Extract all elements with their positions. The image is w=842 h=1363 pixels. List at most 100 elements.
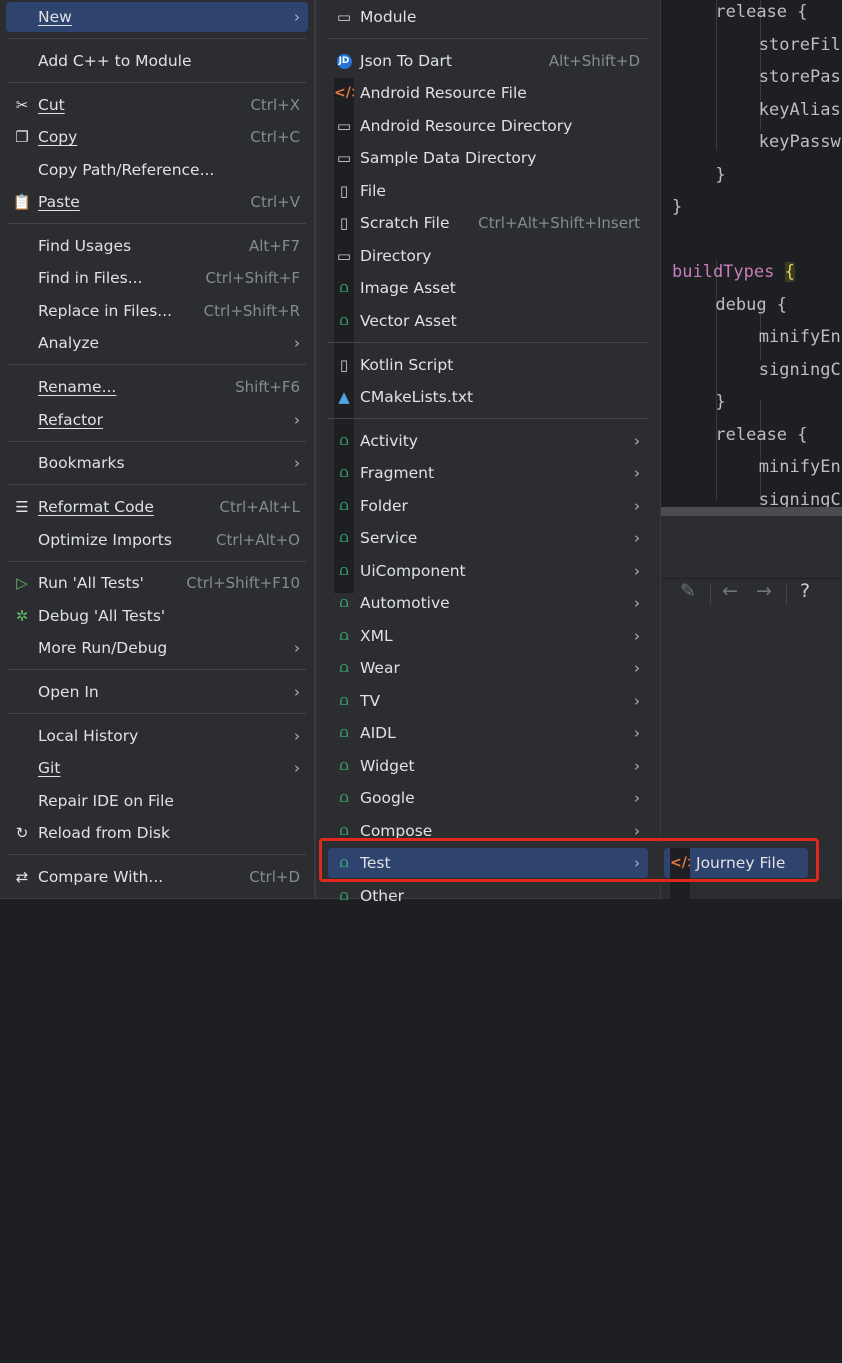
menu-item-more-run-debug[interactable]: More Run/Debug › bbox=[6, 633, 308, 663]
menu-item-local-history[interactable]: Local History › bbox=[6, 721, 308, 751]
menu-item-label: Add C++ to Module bbox=[38, 46, 192, 76]
menu-divider bbox=[8, 561, 306, 562]
menu-item-sample-data-directory[interactable]: ▭ Sample Data Directory bbox=[328, 143, 648, 173]
menu-item-label: Analyze bbox=[38, 328, 99, 358]
menu-item-copy-path[interactable]: Copy Path/Reference... bbox=[6, 155, 308, 185]
menu-item-wear[interactable]: ⩍ Wear › bbox=[328, 653, 648, 683]
menu-item-git[interactable]: Git › bbox=[6, 753, 308, 783]
folder-icon: ▭ bbox=[334, 111, 354, 141]
menu-item-label: UiComponent bbox=[360, 556, 466, 586]
code-line: release { bbox=[715, 2, 807, 22]
menu-item-file[interactable]: ▯ File bbox=[328, 176, 648, 206]
chevron-right-icon: › bbox=[294, 753, 300, 783]
edit-icon[interactable]: ✎ bbox=[680, 580, 696, 602]
indent-guide bbox=[716, 0, 717, 150]
menu-item-label: Local History bbox=[38, 721, 138, 751]
android-icon: ⩍ bbox=[334, 273, 354, 303]
menu-item-vector-asset[interactable]: ⩍ Vector Asset bbox=[328, 306, 648, 336]
menu-item-activity[interactable]: ⩍ Activity › bbox=[328, 426, 648, 456]
menu-item-reformat-code[interactable]: ☰ Reformat Code Ctrl+Alt+L bbox=[6, 492, 308, 522]
menu-item-module[interactable]: ▭ Module bbox=[328, 2, 648, 32]
menu-item-json-to-dart[interactable]: JD Json To Dart Alt+Shift+D bbox=[328, 46, 648, 76]
menu-item-open-in[interactable]: Open In › bbox=[6, 677, 308, 707]
menu-item-google[interactable]: ⩍ Google › bbox=[328, 783, 648, 813]
menu-item-uicomponent[interactable]: ⩍ UiComponent › bbox=[328, 556, 648, 586]
file-icon: ▯ bbox=[334, 176, 354, 206]
menu-item-service[interactable]: ⩍ Service › bbox=[328, 523, 648, 553]
menu-item-analyze[interactable]: Analyze › bbox=[6, 328, 308, 358]
menu-item-label: Compose bbox=[360, 816, 432, 846]
chevron-right-icon: › bbox=[634, 653, 640, 683]
chevron-right-icon: › bbox=[294, 2, 300, 32]
menu-item-label: Reformat Code bbox=[38, 492, 154, 522]
menu-divider bbox=[8, 854, 306, 855]
menu-item-widget[interactable]: ⩍ Widget › bbox=[328, 751, 648, 781]
menu-item-cut[interactable]: ✂ Cut Ctrl+X bbox=[6, 90, 308, 120]
menu-divider bbox=[328, 38, 648, 39]
menu-item-rename[interactable]: Rename... Shift+F6 bbox=[6, 372, 308, 402]
menu-item-other[interactable]: ⩍ Other bbox=[328, 881, 648, 911]
menu-item-aidl[interactable]: ⩍ AIDL › bbox=[328, 718, 648, 748]
context-menu: New › Add C++ to Module ✂ Cut Ctrl+X ❐ C… bbox=[0, 0, 315, 899]
code-line: release { bbox=[715, 425, 807, 445]
menu-item-journey-file[interactable]: </> Journey File bbox=[664, 848, 808, 878]
menu-item-paste[interactable]: 📋 Paste Ctrl+V bbox=[6, 187, 308, 217]
menu-item-directory[interactable]: ▭ Directory bbox=[328, 241, 648, 271]
menu-item-copy[interactable]: ❐ Copy Ctrl+C bbox=[6, 122, 308, 152]
menu-item-tv[interactable]: ⩍ TV › bbox=[328, 686, 648, 716]
menu-item-reload-from-disk[interactable]: ↻ Reload from Disk bbox=[6, 818, 308, 848]
chevron-right-icon: › bbox=[634, 751, 640, 781]
menu-divider bbox=[8, 364, 306, 365]
menu-item-run-all-tests[interactable]: ▷ Run 'All Tests' Ctrl+Shift+F10 bbox=[6, 568, 308, 598]
forward-arrow-icon[interactable]: → bbox=[756, 580, 772, 602]
help-icon[interactable]: ? bbox=[800, 580, 810, 602]
code-line: minifyEn bbox=[759, 457, 841, 477]
menu-item-optimize-imports[interactable]: Optimize Imports Ctrl+Alt+O bbox=[6, 525, 308, 555]
menu-item-debug-all-tests[interactable]: ✲ Debug 'All Tests' bbox=[6, 601, 308, 631]
menu-item-add-cpp[interactable]: Add C++ to Module bbox=[6, 46, 308, 76]
menu-item-new[interactable]: New › bbox=[6, 2, 308, 32]
menu-item-folder[interactable]: ⩍ Folder › bbox=[328, 491, 648, 521]
menu-item-cmakelists[interactable]: ▲ CMakeLists.txt bbox=[328, 382, 648, 412]
menu-item-image-asset[interactable]: ⩍ Image Asset bbox=[328, 273, 648, 303]
folder-icon: ▭ bbox=[334, 143, 354, 173]
menu-item-label: Optimize Imports bbox=[38, 525, 172, 555]
back-arrow-icon[interactable]: ← bbox=[722, 580, 738, 602]
menu-item-label: Refactor bbox=[38, 405, 103, 435]
horizontal-scrollbar[interactable] bbox=[660, 507, 842, 516]
android-icon: ⩍ bbox=[334, 458, 354, 488]
menu-item-automotive[interactable]: ⩍ Automotive › bbox=[328, 588, 648, 618]
menu-item-label: Other bbox=[360, 881, 404, 911]
menu-item-label: Replace in Files... bbox=[38, 296, 172, 326]
menu-item-android-resource-file[interactable]: </> Android Resource File bbox=[328, 78, 648, 108]
menu-item-kotlin-script[interactable]: ▯ Kotlin Script bbox=[328, 350, 648, 380]
code-line: signingC bbox=[759, 360, 841, 380]
menu-item-label: Image Asset bbox=[360, 273, 456, 303]
menu-item-fragment[interactable]: ⩍ Fragment › bbox=[328, 458, 648, 488]
menu-item-replace-in-files[interactable]: Replace in Files... Ctrl+Shift+R bbox=[6, 296, 308, 326]
menu-item-label: Service bbox=[360, 523, 417, 553]
menu-item-label: AIDL bbox=[360, 718, 396, 748]
menu-item-refactor[interactable]: Refactor › bbox=[6, 405, 308, 435]
menu-item-compare-with[interactable]: ⇄ Compare With... Ctrl+D bbox=[6, 862, 308, 892]
shortcut: Alt+F7 bbox=[249, 231, 300, 261]
menu-item-scratch-file[interactable]: ▯ Scratch File Ctrl+Alt+Shift+Insert bbox=[328, 208, 648, 238]
menu-item-label: Scratch File bbox=[360, 208, 450, 238]
bug-icon: ✲ bbox=[12, 601, 32, 631]
code-line: } bbox=[715, 165, 725, 185]
menu-item-test[interactable]: ⩍ Test › bbox=[328, 848, 648, 878]
android-icon: ⩍ bbox=[334, 653, 354, 683]
menu-item-find-usages[interactable]: Find Usages Alt+F7 bbox=[6, 231, 308, 261]
menu-item-label: Debug 'All Tests' bbox=[38, 601, 165, 631]
menu-item-repair-ide[interactable]: Repair IDE on File bbox=[6, 786, 308, 816]
menu-item-label: Git bbox=[38, 753, 60, 783]
menu-item-android-resource-directory[interactable]: ▭ Android Resource Directory bbox=[328, 111, 648, 141]
menu-item-label: Copy Path/Reference... bbox=[38, 155, 214, 185]
menu-item-bookmarks[interactable]: Bookmarks › bbox=[6, 448, 308, 478]
menu-item-compose[interactable]: ⩍ Compose › bbox=[328, 816, 648, 846]
menu-item-find-in-files[interactable]: Find in Files... Ctrl+Shift+F bbox=[6, 263, 308, 293]
android-icon: ⩍ bbox=[334, 783, 354, 813]
menu-item-xml[interactable]: ⩍ XML › bbox=[328, 621, 648, 651]
code-area[interactable]: release {storeFilstorePaskeyAliaskeyPass… bbox=[660, 0, 842, 515]
android-icon: ⩍ bbox=[334, 306, 354, 336]
